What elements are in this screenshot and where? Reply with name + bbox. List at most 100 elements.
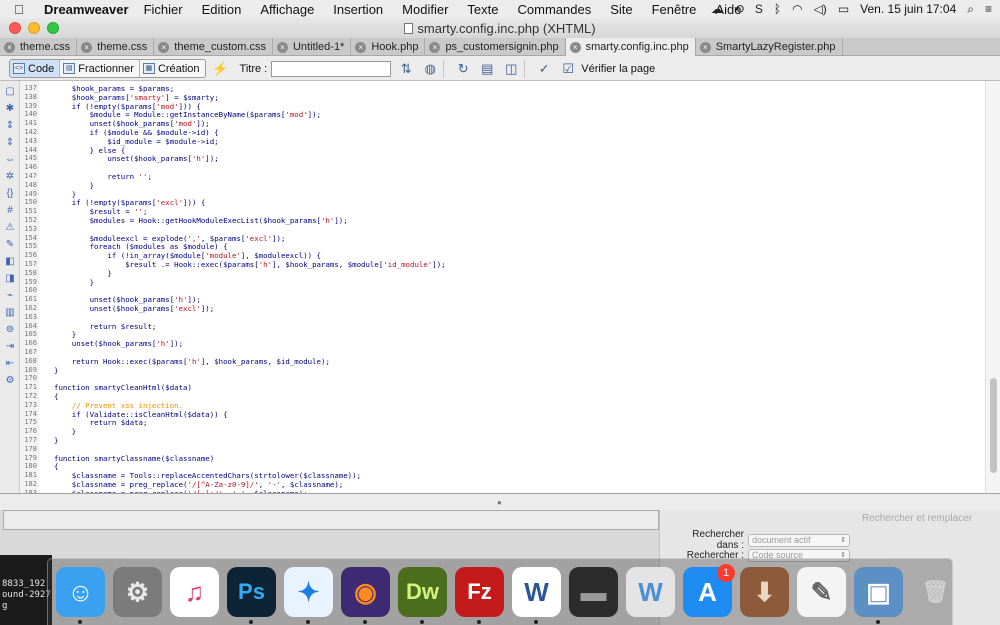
- remove-comment-icon[interactable]: ◨: [3, 272, 17, 285]
- line-number-gutter: 137 138 139 140 141 142 143 144 145 146 147 148 149 1…: [20, 81, 39, 497]
- firefox-icon[interactable]: ◉: [341, 567, 390, 617]
- notification-center-icon[interactable]: ≡: [985, 2, 992, 16]
- expand-all-icon[interactable]: ⇔: [3, 153, 17, 166]
- word-icon[interactable]: W: [512, 567, 561, 617]
- bluetooth-icon[interactable]: ᛒ: [774, 2, 781, 16]
- page-title-input[interactable]: [271, 60, 392, 77]
- indent-code-icon[interactable]: ⇥: [3, 340, 17, 353]
- search-in-select[interactable]: document actif ⇕: [748, 533, 850, 547]
- spotlight-icon[interactable]: ⌕: [967, 2, 974, 17]
- printer-icon[interactable]: ▬: [569, 567, 618, 617]
- close-tab-icon[interactable]: ×: [355, 41, 367, 53]
- document-tab[interactable]: × theme_custom.css: [154, 38, 273, 56]
- textedit-icon[interactable]: ✎: [797, 567, 846, 617]
- outdent-code-icon[interactable]: ⇤: [3, 357, 17, 370]
- zoom-window-button[interactable]: [47, 22, 59, 34]
- menu-item[interactable]: Site: [610, 2, 632, 17]
- macos-installer-icon[interactable]: ⬇: [740, 567, 789, 617]
- close-tab-icon[interactable]: ×: [276, 41, 288, 53]
- close-tab-icon[interactable]: ×: [569, 41, 581, 53]
- finder-icon[interactable]: ☺: [56, 567, 105, 617]
- syntax-error-alerts-icon[interactable]: ✎: [3, 238, 17, 251]
- running-indicator: [363, 620, 367, 624]
- document-tab[interactable]: × Untitled-1*: [273, 38, 352, 56]
- wrap-tag-icon[interactable]: ⌁: [3, 289, 17, 302]
- volume-icon[interactable]: ◁): [814, 2, 827, 16]
- refresh-icon[interactable]: ↻: [454, 60, 472, 78]
- close-tab-icon[interactable]: ×: [81, 41, 93, 53]
- menu-item[interactable]: Commandes: [518, 2, 592, 17]
- code-token: $classname = Tools::replaceAccentedChars…: [54, 471, 362, 481]
- time-machine-icon[interactable]: ⟲: [734, 2, 744, 16]
- document-tab[interactable]: × SmartyLazyRegister.php: [696, 38, 843, 56]
- menu-item[interactable]: Affichage: [260, 2, 314, 17]
- apple-menu-icon[interactable]: : [14, 2, 30, 17]
- code-area[interactable]: $hook_params = $params; $hook_params['sm…: [39, 81, 985, 493]
- highlight-invalid-code-icon[interactable]: ⚠: [3, 221, 17, 234]
- app-store-icon[interactable]: A1: [683, 564, 735, 617]
- menu-item[interactable]: Fichier: [144, 2, 183, 17]
- menu-item[interactable]: Texte: [467, 2, 498, 17]
- terminal-line: ound-2927: [2, 590, 51, 600]
- open-documents-icon[interactable]: ▢: [3, 85, 17, 98]
- split-view-button[interactable]: ▤ Fractionner: [60, 60, 140, 77]
- check-page-icon[interactable]: ☑: [559, 60, 577, 78]
- close-tab-icon[interactable]: ×: [4, 41, 15, 53]
- menu-item[interactable]: Insertion: [333, 2, 383, 17]
- close-tab-icon[interactable]: ×: [699, 41, 711, 53]
- line-number: 139: [24, 101, 37, 110]
- filezilla-icon[interactable]: Fz: [455, 567, 504, 617]
- document-tab[interactable]: × Hook.php: [351, 38, 426, 56]
- collapse-tag-icon[interactable]: ⇕: [3, 119, 17, 132]
- live-view-icon[interactable]: ⚡: [212, 60, 230, 78]
- menu-item[interactable]: Fenêtre: [652, 2, 697, 17]
- line-number: 152: [24, 216, 37, 224]
- scrollbar-thumb[interactable]: [990, 378, 997, 473]
- document-tab[interactable]: × ps_customersignin.php: [425, 38, 566, 56]
- check-page-button[interactable]: Vérifier la page: [581, 63, 655, 75]
- coding-toolbar: ▢ ✱ ⇕ ⇕ ⇔ ✲ {} # ⚠ ✎ ◧ ◨ ⌁ ▥ ⊚ ⇥ ⇤ ⚙: [0, 81, 20, 493]
- show-code-navigator-icon[interactable]: ✱: [3, 102, 17, 115]
- select-parent-tag-icon[interactable]: ✲: [3, 170, 17, 183]
- trash-icon[interactable]: 🗑: [911, 567, 960, 617]
- document-tab[interactable]: × smarty.config.inc.php: [565, 38, 696, 56]
- preview-icon[interactable]: ▣: [854, 567, 903, 617]
- close-window-button[interactable]: [9, 22, 21, 34]
- apply-comment-icon[interactable]: ◧: [3, 255, 17, 268]
- wunderlist-icon[interactable]: W: [626, 567, 675, 617]
- photoshop-icon[interactable]: Ps: [227, 567, 276, 617]
- close-tab-icon[interactable]: ×: [158, 41, 170, 53]
- visual-aids-icon[interactable]: ◫: [502, 60, 520, 78]
- document-tab[interactable]: × theme.css: [0, 38, 78, 56]
- code-view-button[interactable]: <> Code: [10, 60, 61, 77]
- document-tab[interactable]: × theme.css: [77, 38, 155, 56]
- itunes-icon[interactable]: ♫: [170, 567, 219, 617]
- safari-icon[interactable]: ✦: [284, 567, 333, 617]
- menu-item[interactable]: Modifier: [402, 2, 448, 17]
- dreamweaver-icon[interactable]: Dw: [398, 567, 447, 617]
- view-options-icon[interactable]: ▤: [478, 60, 496, 78]
- wifi-icon[interactable]: ◠: [792, 2, 802, 16]
- format-source-code-icon[interactable]: ⚙: [3, 374, 17, 387]
- file-management-icon[interactable]: ⇅: [397, 60, 415, 78]
- menu-item[interactable]: Edition: [202, 2, 242, 17]
- battery-icon[interactable]: ▭: [838, 2, 849, 16]
- vertical-scrollbar[interactable]: [985, 81, 1000, 493]
- cloud-icon[interactable]: ☁: [711, 2, 723, 16]
- close-tab-icon[interactable]: ×: [429, 41, 441, 53]
- design-view-button[interactable]: ▦ Création: [139, 60, 205, 77]
- balance-braces-icon[interactable]: {}: [3, 187, 17, 200]
- recent-snippets-icon[interactable]: ▥: [3, 306, 17, 319]
- panel-splitter[interactable]: ●: [0, 493, 1000, 510]
- skype-icon[interactable]: S: [755, 2, 763, 16]
- clock[interactable]: Ven. 15 juin 17:04: [860, 2, 956, 16]
- splitter-handle-icon[interactable]: ●: [497, 498, 502, 507]
- system-preferences-icon[interactable]: ⚙: [113, 567, 162, 617]
- move-css-icon[interactable]: ⊚: [3, 323, 17, 336]
- preview-in-browser-icon[interactable]: ◍: [421, 60, 439, 78]
- app-menu[interactable]: Dreamweaver: [44, 2, 129, 17]
- minimize-window-button[interactable]: [28, 22, 40, 34]
- collapse-selection-icon[interactable]: ⇕: [3, 136, 17, 149]
- validate-markup-icon[interactable]: ✓: [535, 60, 553, 78]
- line-numbers-icon[interactable]: #: [3, 204, 17, 217]
